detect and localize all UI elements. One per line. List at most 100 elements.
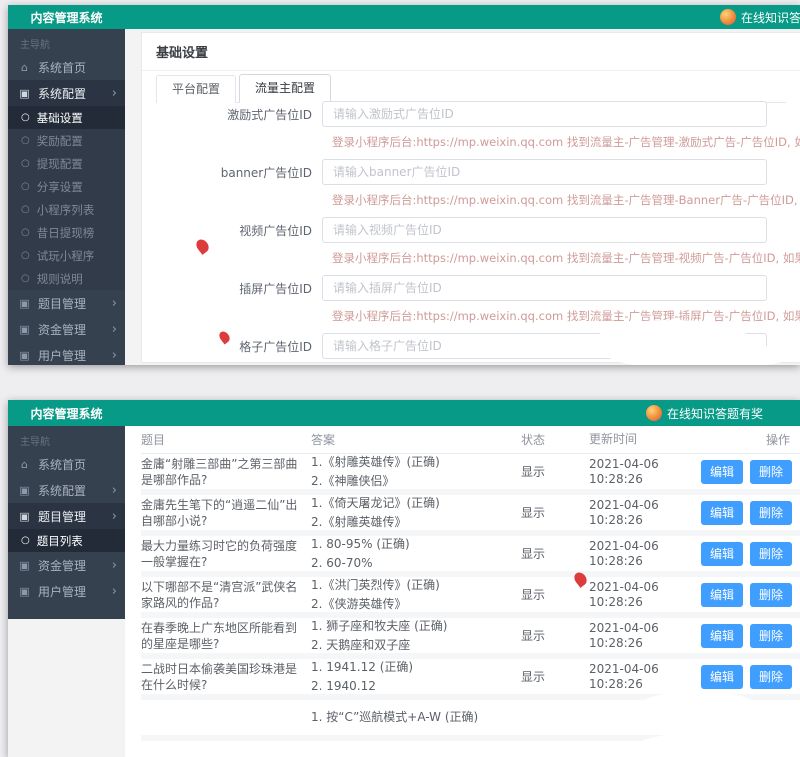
circle-icon: ○ xyxy=(21,205,30,215)
updated-cell: 2021-04-06 10:28:26 xyxy=(589,498,693,528)
sidebar-item-label: 题目管理 xyxy=(38,508,115,525)
edit-button[interactable]: 编辑 xyxy=(701,460,743,484)
chevron-right-icon: › xyxy=(112,322,117,337)
sidebar-subitem-question-list[interactable]: ○题目列表 xyxy=(8,529,125,552)
field-label: 激励式广告位ID xyxy=(142,106,322,123)
sidebar: 主导航 ⌂系统首页▣系统配置›○基础设置○奖励配置○提现配置○分享设置○小程序列… xyxy=(8,29,125,365)
chevron-right-icon: › xyxy=(112,558,117,573)
sidebar-item-system-config[interactable]: ▣系统配置› xyxy=(8,477,125,503)
sidebar-subitem-share-settings[interactable]: ○分享设置 xyxy=(8,175,125,198)
sidebar: 主导航 ⌂系统首页▣系统配置›▣题目管理›○题目列表▣资金管理›▣用户管理› xyxy=(8,426,125,619)
actions-cell: 编辑删除 xyxy=(693,542,800,566)
cube-icon: ▣ xyxy=(18,510,31,523)
submenu: ○基础设置○奖励配置○提现配置○分享设置○小程序列表○昔日提现榜○试玩小程序○规… xyxy=(8,106,125,290)
sidebar-item-label: 资金管理 xyxy=(38,321,115,338)
sidebar-item-label: 系统首页 xyxy=(38,456,115,473)
app-title: 内容管理系统 xyxy=(8,9,125,26)
answer-line: 1.《倚天屠龙记》(正确) xyxy=(311,494,521,513)
actions-cell: 编辑删除 xyxy=(693,583,800,607)
edit-button[interactable]: 编辑 xyxy=(701,665,743,689)
sidebar-subitem-label: 昔日提现榜 xyxy=(37,225,95,241)
sidebar-subitem-reward-config[interactable]: ○奖励配置 xyxy=(8,129,125,152)
edit-button[interactable]: 编辑 xyxy=(701,542,743,566)
actions-cell: 编辑删除 xyxy=(693,665,800,689)
ad-id-input[interactable] xyxy=(322,101,767,127)
chevron-right-icon: › xyxy=(112,348,117,363)
field-help-text: 登录小程序后台:https://mp.weixin.qq.com 找到流量主-广… xyxy=(332,250,800,266)
sidebar-item-label: 用户管理 xyxy=(38,347,115,364)
sidebar-item-user-manage[interactable]: ▣用户管理› xyxy=(8,578,125,604)
sidebar-item-label: 系统首页 xyxy=(38,59,115,76)
answer-line: 1.《射雕英雄传》(正确) xyxy=(311,453,521,472)
edit-button[interactable]: 编辑 xyxy=(701,624,743,648)
answer-line: 1. 1941.12 (正确) xyxy=(311,658,521,677)
sidebar-subitem-basic-settings[interactable]: ○基础设置 xyxy=(8,106,125,129)
cube-icon: ▣ xyxy=(18,323,31,336)
chevron-right-icon: › xyxy=(112,584,117,599)
sidebar-subitem-trial-miniprogram[interactable]: ○试玩小程序 xyxy=(8,244,125,267)
cube-icon: ▣ xyxy=(18,297,31,310)
cube-icon: ▣ xyxy=(18,484,31,497)
table-row: 以下哪部不是“清宫派”武侠名家路风的作品?1.《洪门英烈传》(正确)2.《侠游英… xyxy=(141,577,800,618)
col-header-answer: 答案 xyxy=(311,431,521,448)
col-header-question: 题目 xyxy=(141,432,311,448)
sidebar-item-home[interactable]: ⌂系统首页 xyxy=(8,451,125,477)
answer-line: 2.《射雕英雄传》 xyxy=(311,513,521,532)
edit-button[interactable]: 编辑 xyxy=(701,583,743,607)
sidebar-subitem-rules[interactable]: ○规则说明 xyxy=(8,267,125,290)
delete-button[interactable]: 删除 xyxy=(750,583,792,607)
updated-cell: 2021-04-06 10:28:26 xyxy=(589,457,693,487)
sidebar-item-question-manage[interactable]: ▣题目管理› xyxy=(8,290,125,316)
sidebar-subitem-label: 规则说明 xyxy=(37,271,83,287)
sidebar-subitem-label: 奖励配置 xyxy=(37,133,83,149)
nav-section-label: 主导航 xyxy=(8,29,125,54)
answer-cell: 1. 狮子座和牧夫座 (正确)2. 天鹅座和双子座 xyxy=(311,617,521,655)
actions-cell: 编辑删除 xyxy=(693,624,800,648)
delete-button[interactable]: 删除 xyxy=(750,542,792,566)
eraser-smudge xyxy=(598,320,748,342)
sidebar-subitem-label: 题目列表 xyxy=(37,533,83,549)
delete-button[interactable]: 删除 xyxy=(750,665,792,689)
sidebar-item-home[interactable]: ⌂系统首页 xyxy=(8,54,125,80)
status-cell: 显示 xyxy=(521,545,589,562)
user-area[interactable]: 在线知识答题有奖 xyxy=(720,5,800,29)
sidebar-subitem-label: 基础设置 xyxy=(37,110,83,126)
ad-id-input[interactable] xyxy=(322,159,767,185)
edit-button[interactable]: 编辑 xyxy=(701,501,743,525)
question-cell: 在春季晚上广东地区所能看到的星座是哪些? xyxy=(141,620,311,652)
delete-button[interactable]: 删除 xyxy=(750,501,792,525)
chevron-right-icon: › xyxy=(112,509,117,524)
sidebar-subitem-label: 提现配置 xyxy=(37,156,83,172)
ad-id-input[interactable] xyxy=(322,275,767,301)
sidebar-subitem-miniprogram-list[interactable]: ○小程序列表 xyxy=(8,198,125,221)
table-header-row: 题目 答案 状态 更新时间 操作 xyxy=(141,426,800,454)
form-field: banner广告位ID登录小程序后台:https://mp.weixin.qq.… xyxy=(142,155,800,213)
sidebar-item-question-manage[interactable]: ▣ 题目管理› xyxy=(8,503,125,529)
col-header-actions: 操作 xyxy=(693,431,800,448)
chevron-right-icon: › xyxy=(112,86,117,101)
updated-cell: 2021-04-06 10:28:26 xyxy=(589,662,693,692)
submenu: ○题目列表 xyxy=(8,529,125,552)
sidebar-item-user-manage[interactable]: ▣用户管理› xyxy=(8,342,125,365)
top-header-bar: 内容管理系统 在线知识答题有奖 xyxy=(8,5,800,29)
sidebar-item-funds-manage[interactable]: ▣资金管理› xyxy=(8,552,125,578)
sidebar-subitem-past-withdraw-rank[interactable]: ○昔日提现榜 xyxy=(8,221,125,244)
answer-cell: 1. 80-95% (正确)2. 60-70% xyxy=(311,535,521,573)
col-header-updated: 更新时间 xyxy=(589,432,693,447)
sidebar-subitem-withdraw-config[interactable]: ○提现配置 xyxy=(8,152,125,175)
status-cell: 显示 xyxy=(521,668,589,685)
ad-id-input[interactable] xyxy=(322,217,767,243)
field-help-text: 登录小程序后台:https://mp.weixin.qq.com 找到流量主-广… xyxy=(332,308,800,324)
updated-cell: 2021-04-06 10:28:26 xyxy=(589,580,693,610)
page-title: 基础设置 xyxy=(142,33,800,71)
answer-line: 2. 天鹅座和双子座 xyxy=(311,636,521,655)
user-area[interactable]: 在线知识答题有奖 xyxy=(646,400,763,426)
sidebar-item-funds-manage[interactable]: ▣ 资金管理› xyxy=(8,316,125,342)
col-header-status: 状态 xyxy=(521,431,589,448)
answer-line: 1. 狮子座和牧夫座 (正确) xyxy=(311,617,521,636)
status-cell: 显示 xyxy=(521,627,589,644)
sidebar-item-system-config[interactable]: ▣系统配置› xyxy=(8,80,125,106)
form-field: 激励式广告位ID登录小程序后台:https://mp.weixin.qq.com… xyxy=(142,97,800,155)
delete-button[interactable]: 删除 xyxy=(750,460,792,484)
delete-button[interactable]: 删除 xyxy=(750,624,792,648)
